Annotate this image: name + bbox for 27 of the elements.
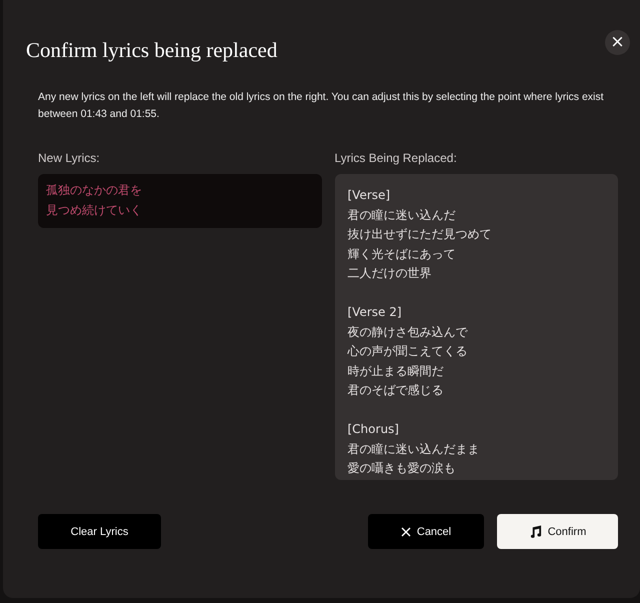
lyric-line: 夜の静けさ包み込んで	[348, 324, 469, 340]
lyric-line: 君の瞳に迷い込んだまま	[348, 440, 480, 458]
section-heading: [Verse 2]	[348, 304, 403, 321]
clear-lyrics-button[interactable]: Clear Lyrics	[38, 514, 161, 549]
new-lyrics-label: New Lyrics:	[38, 151, 101, 165]
section-heading: [Verse]	[348, 187, 392, 204]
new-lyrics-box[interactable]: 孤独のなかの君を 見つめ続けていく	[38, 174, 322, 228]
dialog-title: Confirm lyrics being replaced	[26, 38, 278, 63]
close-icon	[400, 526, 411, 536]
confirm-button[interactable]: Confirm	[497, 514, 618, 549]
description-text: Any new lyrics on the left will replace the old lyrics on the right. You can adjust this by selecting the point where lyrics exist between 01:43 and 01:55.	[38, 90, 605, 122]
replaced-lyrics-box[interactable]: [Verse] 君の瞳に迷い込んだ 抜け出せずにただ見つめて 輝く光そばにあって 二人だけの世界 [Verse 2] 夜の静けさ包み込んで 心の声が聞こえてくる 時が止まる瞬間だ 君のそばで感じる [Chorus] 君の瞳に迷い込んだまま 愛の囁きも愛の涙も	[334, 174, 618, 480]
lyric-line: 輝く光そばにあって	[348, 246, 456, 262]
replaced-lyrics-label: Lyrics Being Replaced:	[334, 151, 458, 165]
cancel-button[interactable]: Cancel	[368, 514, 484, 549]
lyric-line: 愛の囁きも愛の涙も	[348, 460, 456, 477]
lyric-line: 時が止まる瞬間だ	[348, 362, 444, 380]
lyric-line: 二人だけの世界	[348, 265, 432, 282]
lyric-line: 君の瞳に迷い込んだ	[348, 206, 456, 224]
lyric-line: 孤独のなかの君を	[46, 182, 143, 199]
lyric-line: 心の声が聞こえてくる	[348, 343, 468, 360]
section-heading: [Chorus]	[348, 421, 400, 438]
music-note-icon	[528, 525, 542, 538]
lyric-line: 見つめ続けていく	[46, 202, 143, 218]
close-button[interactable]: ×	[605, 30, 630, 55]
lyric-line: 抜け出せずにただ見つめて	[348, 226, 492, 243]
lyric-line: 君のそばで感じる	[348, 382, 444, 399]
